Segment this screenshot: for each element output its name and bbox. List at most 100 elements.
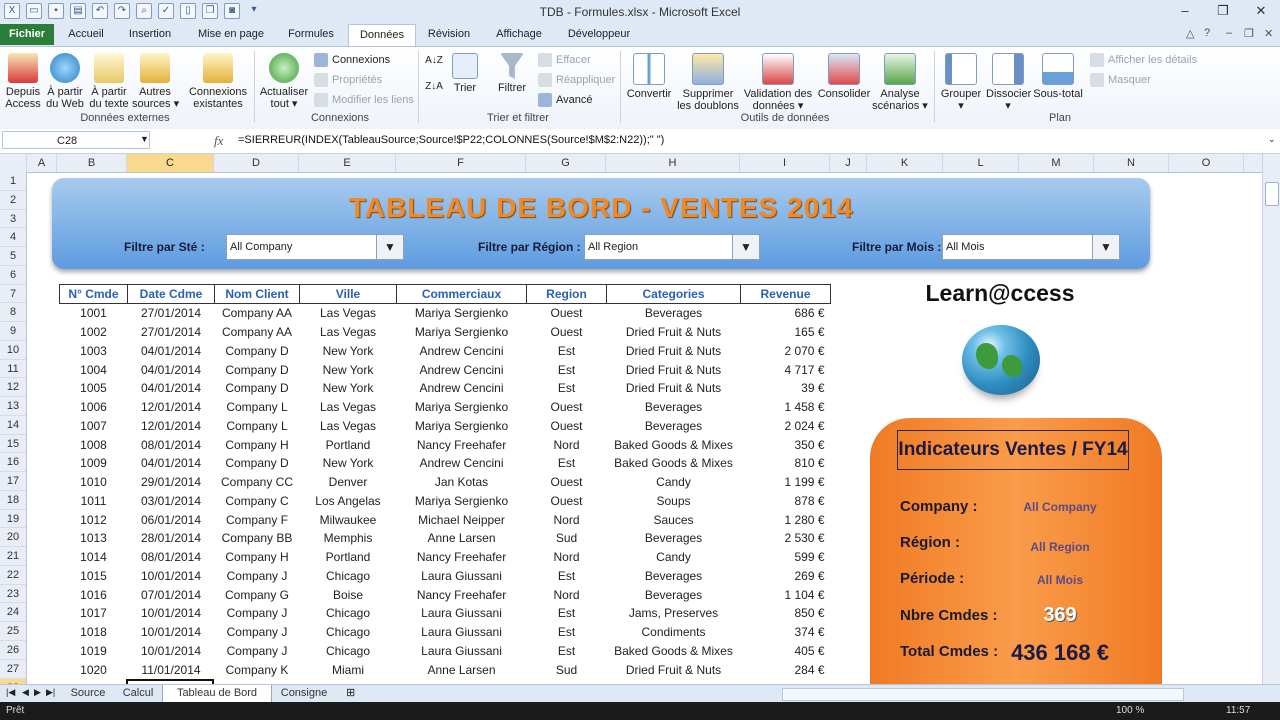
cell-city[interactable]: New York	[300, 342, 397, 361]
cell-order-date[interactable]: 08/01/2014	[128, 435, 215, 454]
cell-order-date[interactable]: 12/01/2014	[128, 417, 215, 436]
column-header[interactable]: F	[396, 154, 526, 172]
cell-client-name[interactable]: Company J	[215, 623, 300, 642]
header-city[interactable]: Ville	[299, 284, 397, 304]
cell-region[interactable]: Nord	[527, 585, 607, 604]
cell-salesperson[interactable]: Andrew Cencini	[397, 342, 527, 361]
row-header[interactable]: 9	[0, 322, 26, 341]
cell-city[interactable]: Denver	[300, 473, 397, 492]
cell-region[interactable]: Est	[527, 360, 607, 379]
cell-revenue[interactable]: 4 717 €	[741, 360, 831, 379]
cell-order-number[interactable]: 1012	[60, 510, 128, 529]
cell-order-number[interactable]: 1020	[60, 660, 128, 679]
tab-affichage[interactable]: Affichage	[486, 24, 552, 45]
column-header[interactable]: B	[57, 154, 127, 172]
column-header[interactable]: K	[867, 154, 943, 172]
from-web-button[interactable]: À partir du Web	[44, 53, 86, 110]
cell-category[interactable]: Soups	[607, 492, 741, 511]
cell-category[interactable]: Baked Goods & Mixes	[607, 435, 741, 454]
show-detail-button[interactable]: Afficher les détails	[1090, 53, 1197, 67]
cell-order-date[interactable]: 10/01/2014	[128, 642, 215, 661]
insert-sheet-icon[interactable]: ⊞	[346, 686, 355, 699]
row-header[interactable]: 16	[0, 453, 26, 473]
cell-revenue[interactable]: 1 104 €	[741, 585, 831, 604]
cell-region[interactable]: Ouest	[527, 323, 607, 342]
cell-order-date[interactable]: 12/01/2014	[128, 398, 215, 417]
row-header[interactable]: 20	[0, 528, 26, 548]
cell-order-date[interactable]: 04/01/2014	[128, 360, 215, 379]
row-header[interactable]: 23	[0, 585, 26, 604]
cell-order-date[interactable]: 03/01/2014	[128, 492, 215, 511]
cell-city[interactable]: Los Angelas	[300, 492, 397, 511]
cell-order-date[interactable]: 10/01/2014	[128, 623, 215, 642]
cell-city[interactable]: Las Vegas	[300, 417, 397, 436]
cell-category[interactable]: Dried Fruit & Nuts	[607, 323, 741, 342]
from-text-button[interactable]: À partir du texte	[88, 53, 130, 110]
cell-category[interactable]: Beverages	[607, 585, 741, 604]
chevron-down-icon[interactable]: ▼	[732, 235, 759, 259]
cell-city[interactable]: Milwaukee	[300, 510, 397, 529]
cell-revenue[interactable]: 350 €	[741, 435, 831, 454]
row-header[interactable]: 22	[0, 566, 26, 585]
column-header[interactable]: H	[606, 154, 740, 172]
row-header[interactable]: 15	[0, 435, 26, 454]
cell-salesperson[interactable]: Laura Giussani	[397, 567, 527, 586]
cell-salesperson[interactable]: Andrew Cencini	[397, 454, 527, 473]
cell-city[interactable]: Las Vegas	[300, 323, 397, 342]
cell-city[interactable]: New York	[300, 360, 397, 379]
cell-revenue[interactable]: 850 €	[741, 604, 831, 623]
cell-client-name[interactable]: Company AA	[215, 323, 300, 342]
sheet-tab-calcul[interactable]: Calcul	[116, 685, 160, 702]
cell-region[interactable]: Est	[527, 604, 607, 623]
cell-client-name[interactable]: Company G	[215, 585, 300, 604]
header-client-name[interactable]: Nom Client	[214, 284, 300, 304]
cell-client-name[interactable]: Company H	[215, 548, 300, 567]
row-header[interactable]: 25	[0, 622, 26, 641]
window-close-icon[interactable]: ✕	[1264, 27, 1273, 40]
row-header[interactable]: 13	[0, 397, 26, 416]
cell-region[interactable]: Sud	[527, 660, 607, 679]
tab-fichier[interactable]: Fichier	[0, 24, 54, 45]
row-header[interactable]: 3	[0, 210, 26, 229]
row-header[interactable]: 5	[0, 247, 26, 266]
column-header[interactable]: L	[943, 154, 1019, 172]
cell-city[interactable]: Chicago	[300, 642, 397, 661]
cell-order-date[interactable]: 29/01/2014	[128, 473, 215, 492]
cell-salesperson[interactable]: Mariya Sergienko	[397, 398, 527, 417]
minimize-icon[interactable]: –	[1166, 0, 1204, 22]
insert-function-icon[interactable]: fx	[214, 133, 223, 149]
row-header[interactable]: 14	[0, 416, 26, 435]
formula-input[interactable]: =SIERREUR(INDEX(TableauSource;Source!$P2…	[238, 134, 664, 146]
cell-city[interactable]: Portland	[300, 548, 397, 567]
cell-order-date[interactable]: 28/01/2014	[128, 529, 215, 548]
filter-month-select[interactable]: All Mois ▼	[942, 234, 1120, 260]
cell-order-date[interactable]: 08/01/2014	[128, 548, 215, 567]
cell-city[interactable]: New York	[300, 379, 397, 398]
cell-order-number[interactable]: 1015	[60, 567, 128, 586]
column-header[interactable]: J	[830, 154, 867, 172]
cell-order-number[interactable]: 1007	[60, 417, 128, 436]
cell-region[interactable]: Nord	[527, 548, 607, 567]
cell-city[interactable]: Las Vegas	[300, 398, 397, 417]
cell-order-date[interactable]: 10/01/2014	[128, 567, 215, 586]
cell-city[interactable]: Chicago	[300, 623, 397, 642]
header-category[interactable]: Categories	[606, 284, 741, 304]
hide-detail-button[interactable]: Masquer	[1090, 73, 1151, 87]
cell-city[interactable]: Miami	[300, 660, 397, 679]
prev-sheet-icon[interactable]: ◀	[22, 687, 29, 698]
vertical-scrollbar[interactable]	[1262, 154, 1280, 684]
cell-order-number[interactable]: 1003	[60, 342, 128, 361]
row-header[interactable]: 7	[0, 285, 26, 304]
what-if-analysis-button[interactable]: Analyse scénarios ▾	[872, 53, 928, 112]
header-order-date[interactable]: Date Cdme	[127, 284, 215, 304]
cell-salesperson[interactable]: Andrew Cencini	[397, 360, 527, 379]
cell-order-number[interactable]: 1010	[60, 473, 128, 492]
header-salesperson[interactable]: Commerciaux	[396, 284, 527, 304]
help-icon[interactable]: ?	[1204, 27, 1210, 39]
row-header[interactable]: 12	[0, 378, 26, 398]
reapply-button[interactable]: Réappliquer	[538, 73, 615, 87]
cell-category[interactable]: Beverages	[607, 529, 741, 548]
edit-links-button[interactable]: Modifier les liens	[314, 93, 414, 107]
sheet-tab-source[interactable]: Source	[64, 685, 112, 702]
cell-salesperson[interactable]: Laura Giussani	[397, 604, 527, 623]
